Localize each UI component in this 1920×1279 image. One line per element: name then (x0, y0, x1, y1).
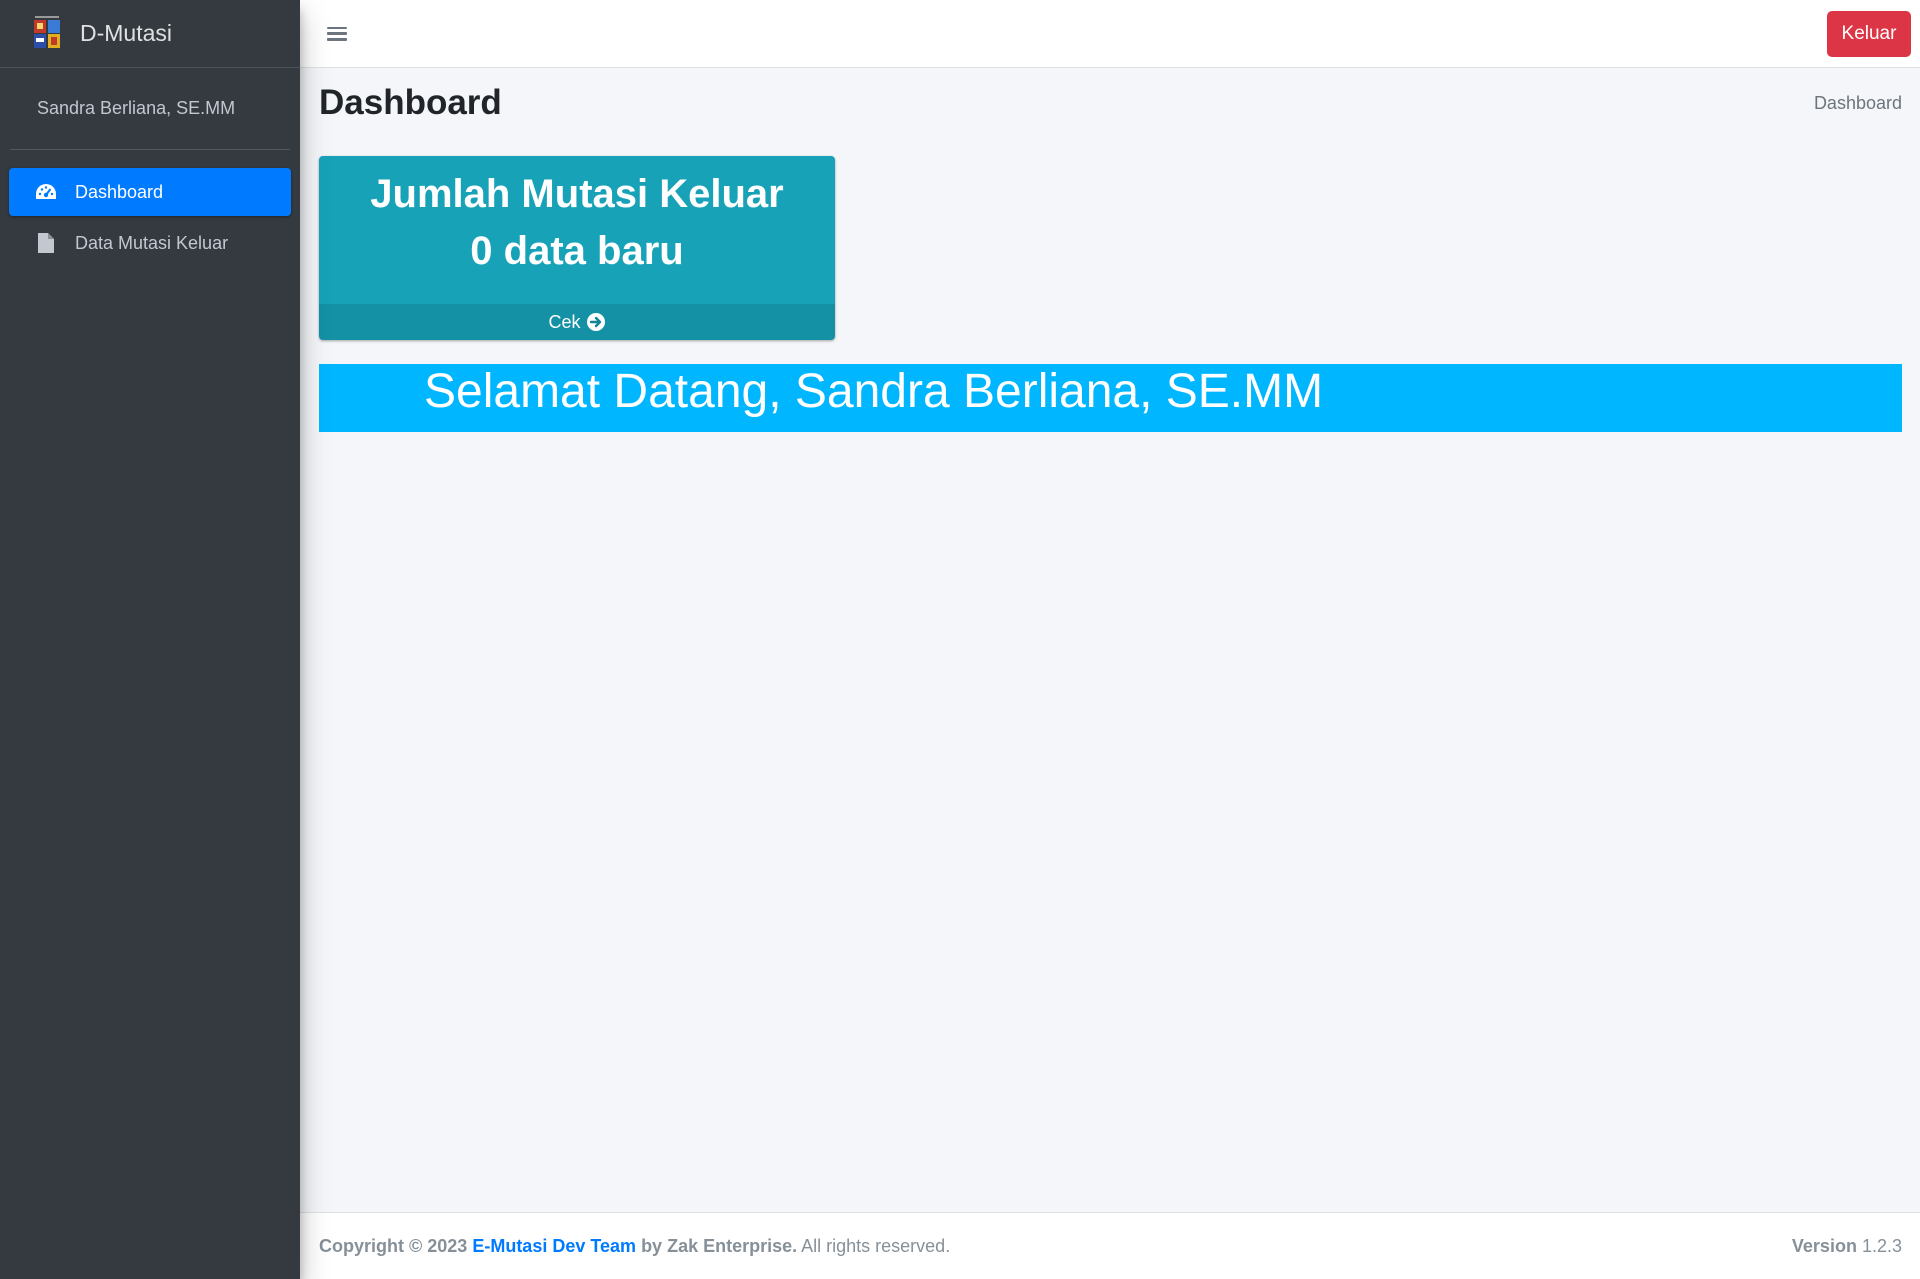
welcome-banner: Selamat Datang, Sandra Berliana, SE.MM (319, 364, 1902, 432)
file-icon (33, 231, 59, 255)
company-text: by Zak Enterprise. (641, 1235, 798, 1256)
breadcrumb: Dashboard (1813, 92, 1902, 113)
sidebar-item-dashboard[interactable]: Dashboard (9, 168, 291, 216)
footer-version: Version 1.2.3 (1792, 1236, 1902, 1257)
brand-logo-icon (32, 15, 62, 52)
rights-text: All rights reserved. (801, 1235, 951, 1256)
stat-box-inner: Jumlah Mutasi Keluar 0 data baru (319, 156, 835, 304)
stat-box-mutasi-keluar: Jumlah Mutasi Keluar 0 data baru Cek (319, 156, 835, 340)
arrow-circle-right-icon (586, 312, 606, 332)
brand-text: D-Mutasi (80, 20, 173, 46)
copyright-text: Copyright © 2023 (319, 1235, 468, 1256)
stat-box-check-link[interactable]: Cek (319, 304, 835, 340)
stat-box-value: 0 data baru (470, 229, 684, 273)
logout-button[interactable]: Keluar (1827, 10, 1911, 57)
sidebar: D-Mutasi Sandra Berliana, SE.MM Dashboar… (0, 0, 300, 1279)
dev-team-link[interactable]: E-Mutasi Dev Team (472, 1236, 636, 1256)
stat-box-title: Jumlah Mutasi Keluar (370, 172, 784, 216)
content-header: Dashboard Dashboard (300, 68, 1920, 138)
sidebar-item-label: Data Mutasi Keluar (75, 232, 229, 253)
menu-toggle-icon[interactable] (327, 25, 347, 43)
user-name[interactable]: Sandra Berliana, SE.MM (37, 98, 235, 119)
main-content: Dashboard Dashboard Jumlah Mutasi Keluar… (300, 68, 1920, 1212)
sidebar-item-data-mutasi-keluar[interactable]: Data Mutasi Keluar (9, 219, 291, 267)
version-label: Version (1791, 1235, 1857, 1256)
user-panel: Sandra Berliana, SE.MM (10, 68, 290, 150)
version-number: 1.2.3 (1861, 1235, 1902, 1256)
stat-box-link-label: Cek (548, 311, 581, 332)
footer-copyright: Copyright © 2023 E-Mutasi Dev Team by Za… (319, 1236, 950, 1257)
footer: Copyright © 2023 E-Mutasi Dev Team by Za… (300, 1212, 1920, 1279)
sidebar-item-label: Dashboard (75, 181, 164, 202)
sidebar-nav: Dashboard Data Mutasi Keluar (0, 150, 300, 267)
page-title: Dashboard (319, 83, 502, 122)
brand-link[interactable]: D-Mutasi (0, 0, 300, 68)
tachometer-icon (33, 180, 59, 204)
top-navbar: Keluar (300, 0, 1920, 68)
